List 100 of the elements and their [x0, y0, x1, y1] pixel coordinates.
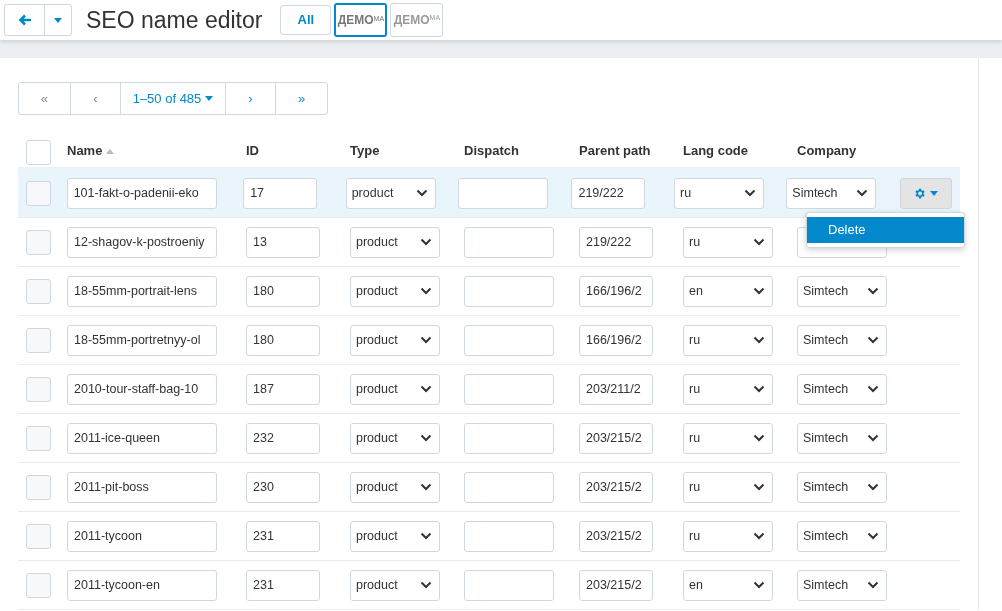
dispatch-field[interactable] — [464, 373, 554, 405]
company-select[interactable]: Simtech — [797, 569, 887, 601]
id-field[interactable]: 180 — [246, 324, 320, 356]
parent-path-field[interactable]: 203/215/2 — [579, 569, 653, 601]
name-field[interactable]: 2011-tycoon — [67, 520, 217, 552]
name-field[interactable]: 2011-tycoon-en — [67, 569, 217, 601]
id-field[interactable]: 13 — [246, 226, 320, 258]
parent-path-field[interactable]: 219/222 — [579, 226, 653, 258]
chevron-down-icon — [753, 287, 765, 295]
name-field[interactable]: 18-55mm-portrait-lens — [67, 275, 217, 307]
id-field[interactable]: 231 — [246, 569, 320, 601]
dispatch-field[interactable] — [464, 226, 554, 258]
name-field[interactable]: 2010-tour-staff-bag-10 — [67, 373, 217, 405]
parent-path-field[interactable]: 203/215/2 — [579, 422, 653, 454]
dispatch-field[interactable] — [464, 324, 554, 356]
type-select[interactable]: product — [350, 275, 440, 307]
row-checkbox[interactable] — [26, 474, 51, 500]
row-checkbox[interactable] — [26, 572, 51, 598]
company-select[interactable]: Simtech — [786, 177, 877, 209]
column-header[interactable]: ID — [246, 141, 259, 161]
parent-path-field[interactable]: 203/211/2 — [579, 373, 653, 405]
chevron-down-icon — [743, 189, 756, 197]
row-checkbox[interactable] — [26, 180, 51, 206]
type-select[interactable]: product — [345, 177, 436, 209]
parent-path-field[interactable]: 203/215/2 — [579, 471, 653, 503]
name-field[interactable]: 12-shagov-k-postroeniy — [67, 226, 217, 258]
dispatch-field[interactable] — [464, 471, 554, 503]
company-select[interactable]: Simtech — [797, 422, 887, 454]
column-header[interactable]: Name — [67, 141, 103, 161]
lang-select[interactable]: ru — [683, 324, 773, 356]
settings-dropdown-button[interactable] — [899, 177, 952, 209]
parent-path-field[interactable]: 203/215/2 — [579, 520, 653, 552]
menu-item[interactable]: Delete — [807, 217, 964, 243]
select-all-checkbox[interactable] — [26, 139, 51, 165]
chevron-down-icon — [753, 532, 765, 540]
chevron-down-icon — [753, 238, 765, 246]
row-checkbox[interactable] — [26, 425, 51, 451]
name-field[interactable]: 2011-pit-boss — [67, 471, 217, 503]
caret-down-icon — [54, 17, 62, 23]
lang-select[interactable]: en — [683, 569, 773, 601]
type-select[interactable]: product — [350, 373, 440, 405]
dispatch-field[interactable] — [464, 569, 554, 601]
lang-select[interactable]: ru — [683, 471, 773, 503]
chevron-down-icon — [420, 581, 432, 589]
chevron-down-icon — [867, 434, 879, 442]
column-header[interactable]: Lang code — [683, 141, 748, 161]
type-select[interactable]: product — [350, 471, 440, 503]
id-field[interactable]: 230 — [246, 471, 320, 503]
chevron-down-icon — [867, 483, 879, 491]
prev-page-button[interactable]: ‹ — [70, 83, 122, 114]
name-field[interactable]: 18-55mm-portretnyy-ol — [67, 324, 217, 356]
type-select[interactable]: product — [350, 324, 440, 356]
column-header[interactable]: Parent path — [579, 141, 651, 161]
company-select[interactable]: Simtech — [797, 324, 887, 356]
chevron-down-icon — [867, 581, 879, 589]
id-field[interactable]: 187 — [246, 373, 320, 405]
chevron-down-icon — [867, 336, 879, 344]
dispatch-field[interactable] — [464, 422, 554, 454]
type-select[interactable]: product — [350, 569, 440, 601]
dispatch-field[interactable] — [458, 177, 549, 209]
row-checkbox[interactable] — [26, 229, 51, 255]
id-field[interactable]: 232 — [246, 422, 320, 454]
chevron-down-icon — [867, 287, 879, 295]
company-select[interactable]: Simtech — [797, 275, 887, 307]
first-page-button[interactable]: « — [19, 83, 71, 114]
chevron-down-icon — [420, 483, 432, 491]
column-header[interactable]: Company — [797, 141, 857, 161]
type-select[interactable]: product — [350, 226, 440, 258]
page-range-dropdown[interactable]: 1–50 of 485 — [121, 83, 226, 114]
parent-path-field[interactable]: 166/196/2 — [579, 275, 653, 307]
type-select[interactable]: product — [350, 422, 440, 454]
lang-select[interactable]: ru — [683, 373, 773, 405]
row-checkbox[interactable] — [26, 523, 51, 549]
next-page-button[interactable]: › — [225, 83, 277, 114]
company-select[interactable]: Simtech — [797, 471, 887, 503]
dispatch-field[interactable] — [464, 520, 554, 552]
type-select[interactable]: product — [350, 520, 440, 552]
row-checkbox[interactable] — [26, 278, 51, 304]
lang-select[interactable]: ru — [683, 520, 773, 552]
company-select[interactable]: Simtech — [797, 373, 887, 405]
column-header[interactable]: Type — [350, 141, 380, 161]
parent-path-field[interactable]: 166/196/2 — [579, 324, 653, 356]
last-page-button[interactable]: » — [276, 83, 327, 114]
name-field[interactable]: 101-fakt-o-padenii-eko — [66, 177, 217, 209]
lang-select[interactable]: ru — [683, 226, 773, 258]
lang-select[interactable]: ru — [683, 422, 773, 454]
lang-select[interactable]: ru — [673, 177, 764, 209]
company-select[interactable]: Simtech — [797, 520, 887, 552]
id-field[interactable]: 231 — [246, 520, 320, 552]
lang-select[interactable]: en — [683, 275, 773, 307]
dispatch-field[interactable] — [464, 275, 554, 307]
column-header[interactable]: Dispatch — [464, 141, 519, 161]
row-checkbox[interactable] — [26, 327, 51, 353]
store-tab[interactable]: All — [280, 5, 332, 35]
id-field[interactable]: 17 — [243, 177, 318, 209]
chevron-down-icon — [420, 238, 432, 246]
id-field[interactable]: 180 — [246, 275, 320, 307]
parent-path-field[interactable]: 219/222 — [571, 177, 646, 209]
row-checkbox[interactable] — [26, 376, 51, 402]
name-field[interactable]: 2011-ice-queen — [67, 422, 217, 454]
